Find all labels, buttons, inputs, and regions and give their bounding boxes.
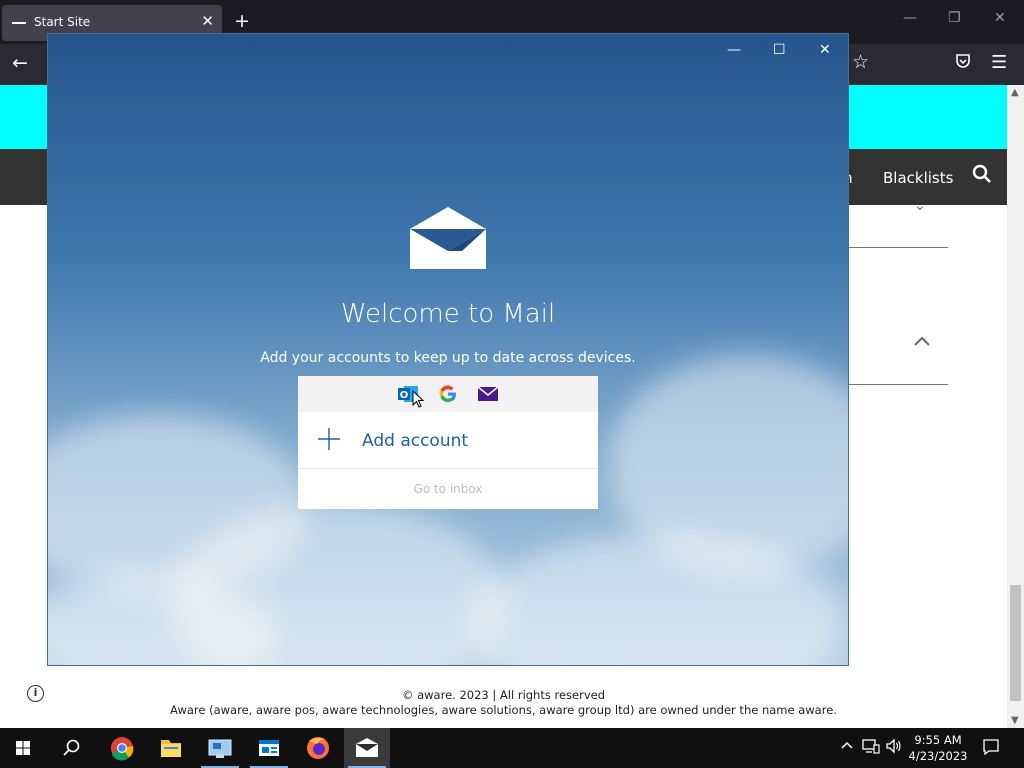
add-account-label: Add account	[362, 431, 469, 451]
taskbar-clock[interactable]: 9:55 AM 4/23/2023	[904, 732, 972, 764]
mail-minimize-button[interactable]: —	[727, 42, 741, 58]
footer-copyright: © aware. 2023 | All rights reserved	[401, 688, 606, 702]
volume-icon[interactable]	[885, 738, 903, 758]
scroll-up-icon[interactable]: ▲	[1011, 87, 1019, 98]
go-to-inbox-link[interactable]: Go to inbox	[298, 482, 598, 496]
tab-title: Start Site	[34, 15, 91, 29]
file-explorer-icon[interactable]	[148, 728, 194, 768]
mail-close-button[interactable]: ✕	[819, 42, 831, 58]
outlook-taskbar-icon[interactable]	[246, 728, 292, 768]
search-icon[interactable]	[972, 164, 992, 188]
clock-date: 4/23/2023	[908, 749, 968, 763]
welcome-title: Welcome to Mail	[340, 299, 556, 329]
mail-window: — ☐ ✕ Welcome to Mail Add your accounts …	[47, 33, 849, 666]
plus-icon	[318, 427, 340, 457]
clock-time: 9:55 AM	[914, 733, 962, 747]
firefox-icon[interactable]	[295, 728, 341, 768]
network-icon[interactable]	[862, 738, 880, 758]
chevron-up-icon[interactable]	[914, 334, 930, 350]
site-favicon-icon	[12, 22, 26, 24]
account-card: O Add account Go to inbox	[298, 376, 598, 509]
svg-text:O: O	[400, 390, 409, 401]
browser-restore-button[interactable]: ❐	[948, 10, 961, 26]
add-account-button[interactable]: Add account	[298, 412, 598, 469]
tab-close-icon[interactable]: ✕	[201, 12, 214, 30]
mail-icon	[477, 384, 499, 404]
mail-maximize-button[interactable]: ☐	[773, 42, 786, 58]
page-scrollbar[interactable]: ▲ ▼	[1007, 85, 1024, 728]
bookmark-star-icon[interactable]: ☆	[852, 51, 869, 73]
new-tab-button[interactable]: +	[234, 10, 250, 32]
google-icon	[438, 384, 458, 404]
nav-item-blacklists[interactable]: Blacklists	[883, 169, 953, 187]
windows-start-icon[interactable]	[0, 728, 46, 768]
accordion-divider	[849, 384, 948, 385]
welcome-subtitle: Add your accounts to keep up to date acr…	[260, 350, 636, 366]
provider-strip: O	[298, 376, 598, 412]
browser-close-button[interactable]: ✕	[994, 10, 1006, 26]
mouse-cursor-icon	[412, 389, 425, 412]
tray-chevron-up-icon[interactable]	[840, 738, 854, 756]
pocket-icon[interactable]	[954, 52, 972, 74]
search-icon[interactable]	[48, 728, 94, 768]
notifications-icon[interactable]	[982, 738, 1000, 760]
mail-taskbar-icon[interactable]	[344, 728, 390, 768]
footer-ownership: Aware (aware, aware pos, aware technolog…	[170, 703, 837, 717]
chevron-down-icon[interactable]: ⌄	[914, 198, 926, 214]
chrome-icon[interactable]	[99, 728, 145, 768]
browser-minimize-button[interactable]: —	[903, 10, 917, 26]
scrollbar-thumb[interactable]	[1010, 585, 1021, 701]
back-arrow-icon[interactable]: ←	[12, 52, 28, 74]
windows-taskbar: 9:55 AM 4/23/2023	[0, 728, 1024, 768]
remote-desktop-icon[interactable]	[197, 728, 243, 768]
scroll-down-icon[interactable]: ▼	[1011, 715, 1019, 726]
mail-envelope-icon	[410, 207, 486, 273]
hamburger-menu-icon[interactable]: ☰	[991, 52, 1007, 73]
accordion-divider	[849, 247, 948, 248]
